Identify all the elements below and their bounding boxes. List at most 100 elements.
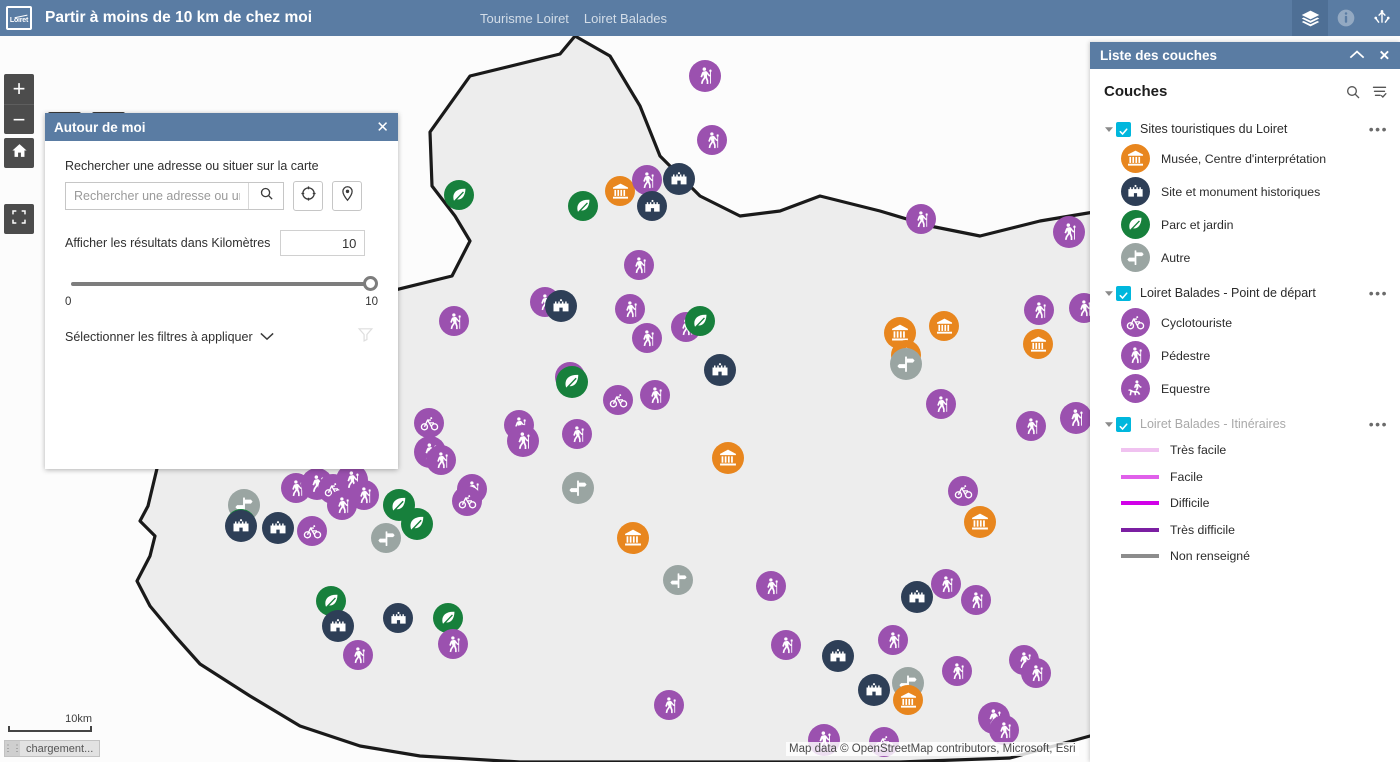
home-extent-button[interactable]	[4, 138, 34, 168]
locate-me-button[interactable]	[293, 181, 323, 211]
map-marker-hiker[interactable]	[1053, 216, 1085, 248]
map-marker-bicycle[interactable]	[414, 408, 444, 438]
hiker-icon	[1066, 408, 1086, 428]
map-marker-signpost[interactable]	[562, 472, 594, 504]
map-marker-hiker[interactable]	[989, 715, 1019, 745]
map-marker-museum[interactable]	[964, 506, 996, 538]
map-marker-museum[interactable]	[712, 442, 744, 474]
map-marker-hiker[interactable]	[931, 569, 961, 599]
distance-input[interactable]	[280, 230, 366, 256]
map-marker-castle[interactable]	[225, 510, 257, 542]
map-marker-hiker[interactable]	[632, 323, 662, 353]
map-marker-hiker[interactable]	[327, 490, 357, 520]
map-marker-museum[interactable]	[605, 176, 635, 206]
map-marker-hiker[interactable]	[1024, 295, 1054, 325]
default-extent-button[interactable]	[4, 204, 34, 234]
map-marker-bicycle[interactable]	[297, 516, 327, 546]
close-icon[interactable]: ✕	[1379, 49, 1390, 63]
map-marker-hiker[interactable]	[439, 306, 469, 336]
map-marker-hiker[interactable]	[878, 625, 908, 655]
header-link-balades[interactable]: Loiret Balades	[584, 11, 667, 26]
map-marker-signpost[interactable]	[890, 348, 922, 380]
zoom-in-button[interactable]: +	[4, 74, 34, 104]
map-marker-hiker[interactable]	[438, 629, 468, 659]
map-marker-hiker[interactable]	[615, 294, 645, 324]
map-marker-castle[interactable]	[383, 603, 413, 633]
layer-group-row[interactable]: Sites touristiques du Loiret •••	[1104, 116, 1388, 142]
map-marker-hiker[interactable]	[906, 204, 936, 234]
layer-checkbox[interactable]	[1116, 121, 1131, 137]
map-marker-castle[interactable]	[545, 290, 577, 322]
map-marker-hiker[interactable]	[689, 60, 721, 92]
layer-group-row[interactable]: Loiret Balades - Itinéraires •••	[1104, 411, 1388, 437]
map-marker-hiker[interactable]	[697, 125, 727, 155]
map-marker-castle[interactable]	[262, 512, 294, 544]
map-marker-leaf[interactable]	[433, 603, 463, 633]
info-button[interactable]	[1328, 0, 1364, 36]
map-marker-hiker[interactable]	[632, 165, 662, 195]
map-marker-bicycle[interactable]	[603, 385, 633, 415]
map-marker-castle[interactable]	[663, 163, 695, 195]
map-marker-leaf[interactable]	[685, 306, 715, 336]
map-marker-leaf[interactable]	[556, 366, 588, 398]
map-marker-leaf[interactable]	[444, 180, 474, 210]
map-marker-hiker[interactable]	[926, 389, 956, 419]
header-link-tourisme[interactable]: Tourisme Loiret	[480, 11, 569, 26]
collapse-icon[interactable]	[1349, 49, 1365, 63]
layer-menu-button[interactable]: •••	[1369, 286, 1388, 300]
map-marker-hiker[interactable]	[771, 630, 801, 660]
map-marker-leaf[interactable]	[568, 191, 598, 221]
pick-point-button[interactable]	[332, 181, 362, 211]
distance-slider[interactable]	[65, 276, 378, 291]
check-icon	[1118, 288, 1129, 299]
map-marker-leaf[interactable]	[401, 508, 433, 540]
map-marker-hiker[interactable]	[624, 250, 654, 280]
map-marker-castle[interactable]	[858, 674, 890, 706]
leaf-icon	[322, 592, 341, 611]
layer-checkbox[interactable]	[1116, 285, 1131, 301]
map-marker-hiker[interactable]	[942, 656, 972, 686]
map-marker-museum[interactable]	[617, 522, 649, 554]
map-marker-castle[interactable]	[322, 610, 354, 642]
map-marker-hiker[interactable]	[1060, 402, 1092, 434]
filter-select-label[interactable]: Sélectionner les filtres à appliquer	[65, 330, 253, 344]
caret-down-icon[interactable]	[1104, 288, 1114, 298]
map-marker-hiker[interactable]	[756, 571, 786, 601]
map-marker-castle[interactable]	[704, 354, 736, 386]
caret-down-icon[interactable]	[1104, 124, 1114, 134]
map-marker-museum[interactable]	[929, 311, 959, 341]
map-marker-hiker[interactable]	[507, 425, 539, 457]
map-marker-hiker[interactable]	[343, 640, 373, 670]
chevron-down-icon[interactable]	[259, 328, 274, 346]
map-marker-signpost[interactable]	[663, 565, 693, 595]
search-input[interactable]	[66, 183, 248, 209]
share-button[interactable]	[1364, 0, 1400, 36]
map-marker-castle[interactable]	[901, 581, 933, 613]
map-marker-bicycle[interactable]	[452, 486, 482, 516]
map-marker-signpost[interactable]	[371, 523, 401, 553]
layer-group-row[interactable]: Loiret Balades - Point de départ •••	[1104, 280, 1388, 306]
search-submit-button[interactable]	[248, 183, 283, 209]
caret-down-icon[interactable]	[1104, 419, 1114, 429]
map-marker-museum[interactable]	[1023, 329, 1053, 359]
map-marker-hiker[interactable]	[562, 419, 592, 449]
layer-menu-button[interactable]: •••	[1369, 122, 1388, 136]
map-marker-hiker[interactable]	[426, 445, 456, 475]
map-marker-hiker[interactable]	[1016, 411, 1046, 441]
map-marker-hiker[interactable]	[961, 585, 991, 615]
slider-thumb[interactable]	[363, 276, 378, 291]
map-marker-castle[interactable]	[637, 191, 667, 221]
search-icon[interactable]	[1345, 84, 1361, 100]
zoom-out-button[interactable]: −	[4, 104, 34, 134]
layers-button[interactable]	[1292, 0, 1328, 36]
close-icon[interactable]: ✕	[376, 120, 389, 135]
map-marker-castle[interactable]	[822, 640, 854, 672]
map-marker-bicycle[interactable]	[948, 476, 978, 506]
layer-checkbox[interactable]	[1116, 416, 1131, 432]
map-marker-museum[interactable]	[893, 685, 923, 715]
layer-menu-button[interactable]: •••	[1369, 417, 1388, 431]
map-marker-hiker[interactable]	[654, 690, 684, 720]
map-marker-hiker[interactable]	[1021, 658, 1051, 688]
layer-options-icon[interactable]	[1371, 84, 1388, 100]
map-marker-hiker[interactable]	[640, 380, 670, 410]
